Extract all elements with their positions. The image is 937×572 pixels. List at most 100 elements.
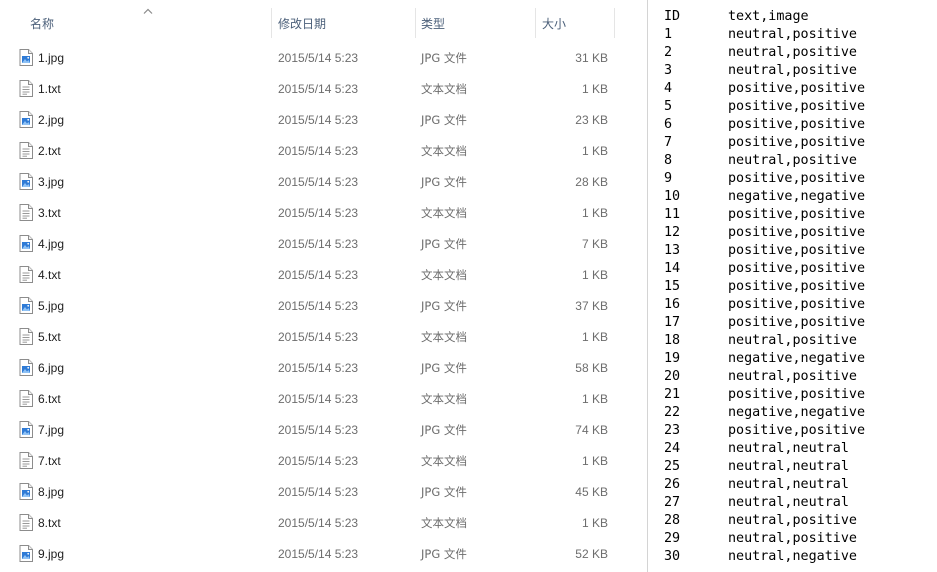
file-type: JPG 文件 — [421, 485, 467, 499]
file-modified-date: 2015/5/14 5:23 — [278, 547, 359, 561]
line-id: 25 — [664, 459, 681, 474]
text-file-icon — [19, 452, 33, 469]
line-value: neutral,positive — [728, 369, 857, 384]
file-size: 1 KB — [581, 330, 608, 344]
file-row[interactable]: 2.jpg 2015/5/14 5:23 JPG 文件 23 KB — [0, 104, 647, 135]
file-modified-date: 2015/5/14 5:23 — [278, 113, 359, 127]
line-id: 13 — [664, 243, 681, 258]
file-name: 3.txt — [38, 206, 61, 220]
column-divider[interactable] — [415, 8, 416, 38]
file-row[interactable]: 1.txt 2015/5/14 5:23 文本文档 1 KB — [0, 73, 647, 104]
file-name: 1.txt — [38, 82, 61, 96]
line-id: 12 — [664, 225, 681, 240]
line-id: 3 — [664, 63, 673, 78]
image-file-icon — [19, 359, 33, 376]
file-size: 1 KB — [581, 206, 608, 220]
image-file-icon — [19, 173, 33, 190]
line-id: 9 — [664, 171, 673, 186]
line-id: 20 — [664, 369, 681, 384]
file-row[interactable]: 6.jpg 2015/5/14 5:23 JPG 文件 58 KB — [0, 352, 647, 383]
image-file-icon — [19, 545, 33, 562]
file-row[interactable]: 7.txt 2015/5/14 5:23 文本文档 1 KB — [0, 445, 647, 476]
text-viewer-pane[interactable]: ID text,image 1 neutral,positive 2 neutral,po… — [648, 0, 937, 572]
line-id: ID — [664, 9, 681, 24]
file-modified-date: 2015/5/14 5:23 — [278, 516, 359, 530]
text-file-icon — [19, 204, 33, 221]
file-type: 文本文档 — [421, 206, 467, 220]
file-size: 1 KB — [581, 82, 608, 96]
file-name: 2.jpg — [38, 113, 65, 127]
file-row[interactable]: 3.txt 2015/5/14 5:23 文本文档 1 KB — [0, 197, 647, 228]
line-value: neutral,positive — [728, 63, 857, 78]
file-size: 1 KB — [581, 392, 608, 406]
file-name: 9.jpg — [38, 547, 65, 561]
line-id: 10 — [664, 189, 681, 204]
file-modified-date: 2015/5/14 5:23 — [278, 361, 359, 375]
line-id: 19 — [664, 351, 681, 366]
file-name: 5.jpg — [38, 299, 65, 313]
file-type: JPG 文件 — [421, 423, 467, 437]
column-header-date[interactable]: 修改日期 — [278, 17, 326, 31]
file-type: JPG 文件 — [421, 361, 467, 375]
file-name: 6.txt — [38, 392, 61, 406]
column-divider[interactable] — [535, 8, 536, 38]
file-row[interactable]: 9.jpg 2015/5/14 5:23 JPG 文件 52 KB — [0, 538, 647, 569]
file-name: 4.jpg — [38, 237, 65, 251]
line-id: 5 — [664, 99, 673, 114]
line-id: 17 — [664, 315, 681, 330]
file-size: 45 KB — [575, 485, 608, 499]
file-name: 2.txt — [38, 144, 61, 158]
file-row[interactable]: 4.jpg 2015/5/14 5:23 JPG 文件 7 KB — [0, 228, 647, 259]
file-explorer-pane: 名称 修改日期 类型 大小 1.jpg 2015/5/14 5:23 JPG 文件 3… — [0, 0, 647, 572]
line-id: 6 — [664, 117, 673, 132]
line-value: positive,positive — [728, 243, 866, 258]
column-divider[interactable] — [271, 8, 272, 38]
column-header-name[interactable]: 名称 — [30, 17, 54, 31]
file-type: 文本文档 — [421, 516, 467, 530]
file-size: 28 KB — [575, 175, 608, 189]
line-value: text,image — [728, 9, 809, 24]
line-value: positive,positive — [728, 81, 866, 96]
file-row[interactable]: 5.txt 2015/5/14 5:23 文本文档 1 KB — [0, 321, 647, 352]
file-row[interactable]: 5.jpg 2015/5/14 5:23 JPG 文件 37 KB — [0, 290, 647, 321]
file-size: 1 KB — [581, 454, 608, 468]
file-modified-date: 2015/5/14 5:23 — [278, 175, 359, 189]
file-modified-date: 2015/5/14 5:23 — [278, 82, 359, 96]
file-row[interactable]: 2.txt 2015/5/14 5:23 文本文档 1 KB — [0, 135, 647, 166]
file-row[interactable]: 4.txt 2015/5/14 5:23 文本文档 1 KB — [0, 259, 647, 290]
line-value: positive,positive — [728, 117, 866, 132]
file-size: 1 KB — [581, 144, 608, 158]
file-row[interactable]: 1.jpg 2015/5/14 5:23 JPG 文件 31 KB — [0, 42, 647, 73]
file-row[interactable]: 8.txt 2015/5/14 5:23 文本文档 1 KB — [0, 507, 647, 538]
line-value: positive,positive — [728, 423, 866, 438]
file-row[interactable]: 8.jpg 2015/5/14 5:23 JPG 文件 45 KB — [0, 476, 647, 507]
file-modified-date: 2015/5/14 5:23 — [278, 51, 359, 65]
file-type: JPG 文件 — [421, 113, 467, 127]
file-modified-date: 2015/5/14 5:23 — [278, 423, 359, 437]
column-header-type[interactable]: 类型 — [421, 17, 445, 31]
line-id: 1 — [664, 27, 673, 42]
image-file-icon — [19, 297, 33, 314]
line-value: neutral,positive — [728, 153, 857, 168]
file-type: 文本文档 — [421, 454, 467, 468]
file-name: 1.jpg — [38, 51, 65, 65]
line-value: neutral,negative — [728, 549, 857, 564]
file-row[interactable]: 3.jpg 2015/5/14 5:23 JPG 文件 28 KB — [0, 166, 647, 197]
file-size: 1 KB — [581, 516, 608, 530]
file-name: 8.jpg — [38, 485, 65, 499]
file-name: 4.txt — [38, 268, 61, 282]
line-value: neutral,positive — [728, 27, 857, 42]
file-row[interactable]: 7.jpg 2015/5/14 5:23 JPG 文件 74 KB — [0, 414, 647, 445]
line-value: negative,negative — [728, 189, 866, 204]
column-header-size[interactable]: 大小 — [542, 17, 566, 31]
file-modified-date: 2015/5/14 5:23 — [278, 299, 359, 313]
file-type: JPG 文件 — [421, 175, 467, 189]
text-file-icon — [19, 514, 33, 531]
file-type: JPG 文件 — [421, 547, 467, 561]
text-file-icon — [19, 266, 33, 283]
text-file-icon — [19, 142, 33, 159]
chevron-up-icon — [143, 8, 153, 14]
file-size: 31 KB — [575, 51, 608, 65]
column-divider[interactable] — [614, 8, 615, 38]
file-row[interactable]: 6.txt 2015/5/14 5:23 文本文档 1 KB — [0, 383, 647, 414]
